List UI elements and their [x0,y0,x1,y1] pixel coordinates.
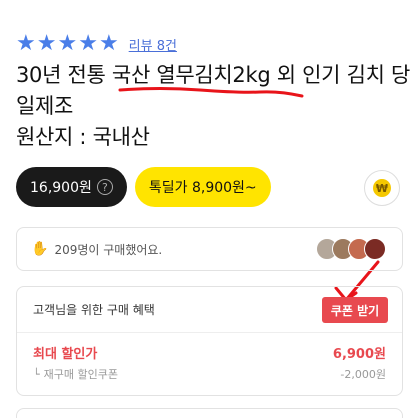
buyers-count-text: 209명이 구매했어요. [54,242,163,257]
max-discount-value: 6,900원 [332,347,386,362]
repurchase-coupon-value: -2,000원 [340,368,386,381]
indent-arrow-icon: └ [33,367,40,381]
regular-price-pill[interactable]: 16,900원 ? [16,167,127,207]
wave-hand-icon: ✋ [31,241,49,257]
rating-row: ★ ★ ★ ★ ★ 리뷰 8건 [16,32,177,56]
product-origin: 원산지 : 국내산 [16,125,150,149]
star-icon: ★ [57,31,78,56]
review-count-link[interactable]: 리뷰 8건 [129,35,177,54]
regular-price: 16,900원 [30,180,92,196]
product-title: 30년 전통 국산 열무김치2kg 외 인기 김치 당일제조 [16,63,410,118]
get-coupon-button[interactable]: 쿠폰 받기 [322,297,388,323]
star-icon: ★ [16,31,36,56]
divider [17,332,402,333]
purchase-benefit-box: 고객님을 위한 구매 혜택 쿠폰 받기 최대 할인가 6,900원 └ 재구매 … [16,286,403,396]
star-icon: ★ [78,31,98,56]
repurchase-coupon-row: └ 재구매 할인쿠폰 [33,366,118,382]
buyers-banner: ✋ 209명이 구매했어요. [16,227,403,271]
special-price-pill[interactable]: 톡딜가 8,900원~ [134,167,271,207]
coin-icon: ₩ [373,179,391,197]
price-row: 16,900원 ? 톡딜가 8,900원~ [16,167,271,207]
avatar [364,238,386,260]
help-icon[interactable]: ? [96,179,113,195]
max-discount-label: 최대 할인가 [33,347,98,362]
next-section-box [16,408,403,418]
point-coin-button[interactable]: ₩ [364,170,400,206]
star-rating: ★ ★ ★ ★ ★ [16,33,119,55]
buyer-avatars [316,238,386,260]
benefit-title: 고객님을 위한 구매 혜택 [33,303,155,317]
star-icon: ★ [36,31,57,56]
repurchase-coupon-label: 재구매 할인쿠폰 [43,368,118,381]
star-icon: ★ [98,31,119,56]
